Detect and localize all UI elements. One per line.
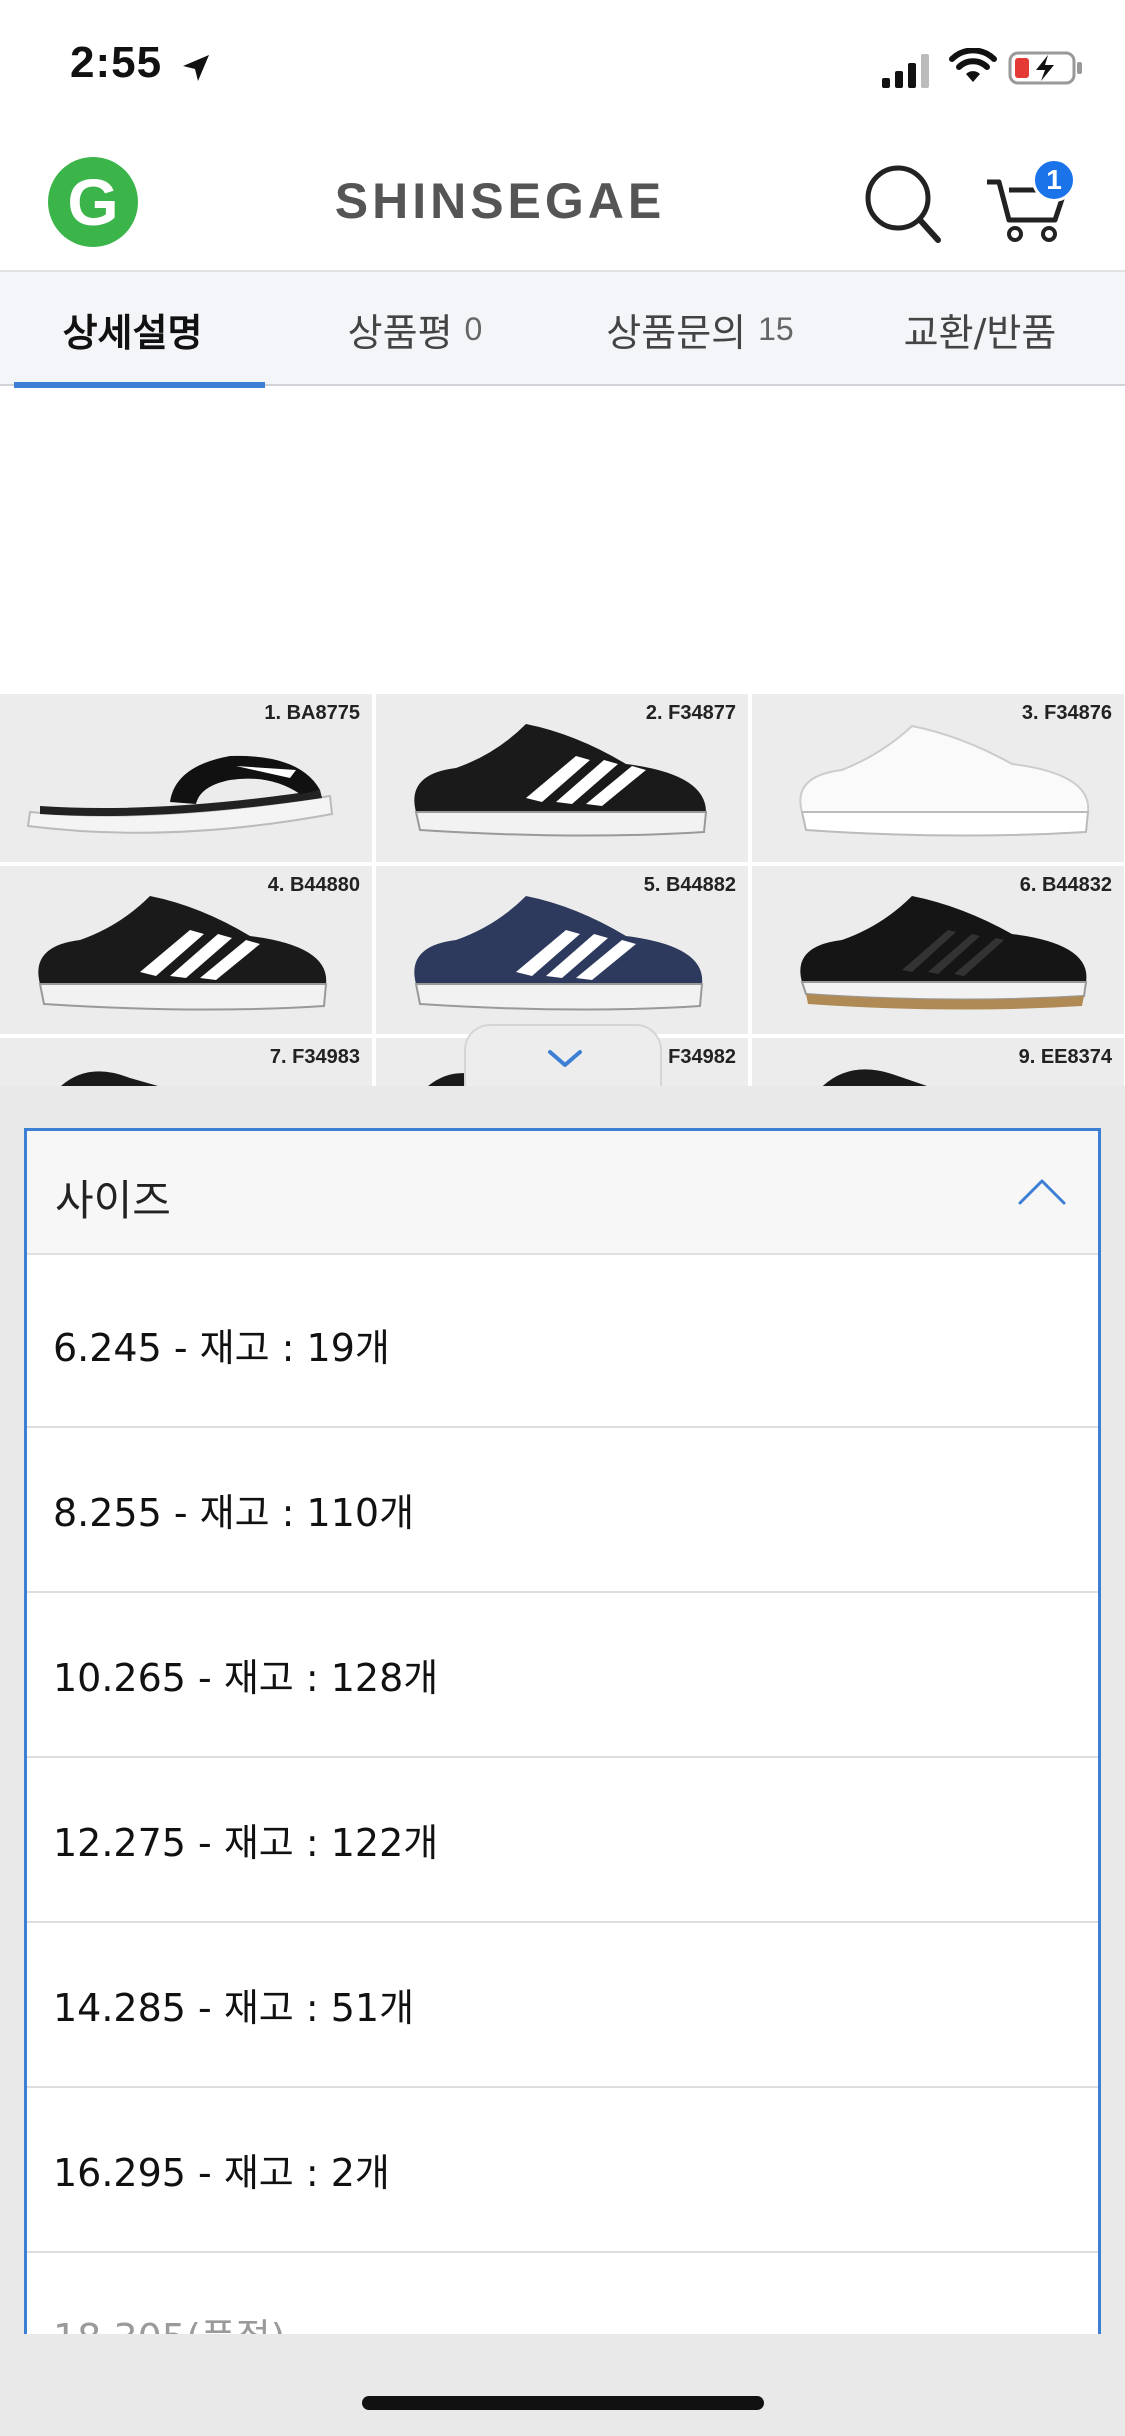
product-code: 3. F34876	[1021, 702, 1112, 724]
product-code: 6. B44832	[1019, 874, 1112, 896]
status-bar: 2:55	[0, 0, 1125, 132]
product-code: 5. B44882	[643, 874, 736, 896]
g-logo[interactable]: G	[48, 157, 138, 247]
product-cell[interactable]: 6. B44832	[752, 866, 1124, 1034]
product-cell[interactable]: 9. EE8374	[752, 1038, 1124, 1086]
home-area	[0, 2334, 1125, 2436]
size-option[interactable]: 12.275 - 재고 : 122개	[27, 1758, 1098, 1923]
tab-exchange-return[interactable]: 교환/반품	[835, 272, 1125, 386]
product-cell[interactable]: 5. B44882	[376, 866, 748, 1034]
cellular-signal-icon	[882, 54, 929, 88]
size-option[interactable]: 10.265 - 재고 : 128개	[27, 1593, 1098, 1758]
cart-count-badge: 1	[1032, 158, 1076, 202]
product-code: 7. F34983	[269, 1046, 360, 1068]
tab-inquiries[interactable]: 상품문의 15	[565, 272, 835, 386]
tab-reviews[interactable]: 상품평 0	[265, 272, 565, 386]
location-arrow-icon	[183, 55, 209, 81]
tab-label: 상품문의	[606, 310, 747, 355]
size-dropdown: 사이즈 6.245 - 재고 : 19개 8.255 - 재고 : 110개 1…	[24, 1128, 1101, 2338]
content-blank-area	[0, 388, 1125, 694]
tab-label: 교환/반품	[903, 310, 1057, 355]
chevron-down-icon	[548, 1050, 582, 1067]
product-code: 9. EE8374	[1018, 1046, 1112, 1068]
size-option-list: 6.245 - 재고 : 19개 8.255 - 재고 : 110개 10.26…	[27, 1263, 1098, 2338]
product-cell[interactable]: 7. F34983	[0, 1038, 372, 1086]
size-option[interactable]: 8.255 - 재고 : 110개	[27, 1428, 1098, 1593]
expand-details-button[interactable]	[464, 1024, 662, 1088]
home-indicator[interactable]	[362, 2396, 764, 2410]
chevron-up-icon[interactable]	[1016, 1171, 1068, 1211]
brand-logo[interactable]: SHINSEGAE	[300, 172, 700, 230]
product-cell[interactable]: 2. F34877	[376, 694, 748, 862]
size-dropdown-title: 사이즈	[55, 1176, 171, 1225]
tab-description[interactable]: 상세설명	[0, 272, 265, 388]
tab-label: 상세설명	[62, 310, 203, 355]
product-code: 1. BA8775	[264, 702, 360, 724]
product-cell[interactable]: 1. BA8775	[0, 694, 372, 862]
tab-label: 상품평	[347, 310, 453, 355]
search-icon[interactable]	[862, 158, 942, 248]
tab-count: 0	[464, 310, 483, 347]
product-cell[interactable]: 4. B44880	[0, 866, 372, 1034]
size-option[interactable]: 6.245 - 재고 : 19개	[27, 1263, 1098, 1428]
size-option-sold-out: 18.305(품절)	[27, 2253, 1098, 2338]
product-code: F34982	[668, 1046, 736, 1068]
app-header: G SHINSEGAE 1	[0, 132, 1125, 272]
battery-charging-icon	[1008, 51, 1082, 85]
size-option[interactable]: 16.295 - 재고 : 2개	[27, 2088, 1098, 2253]
tab-count: 15	[758, 310, 794, 347]
detail-tabs: 상세설명 상품평 0 상품문의 15 교환/반품	[0, 272, 1125, 388]
wifi-icon	[949, 48, 997, 82]
status-time: 2:55	[70, 38, 163, 87]
product-code: 2. F34877	[645, 702, 736, 724]
size-dropdown-header[interactable]: 사이즈	[27, 1131, 1098, 1255]
product-cell[interactable]: 3. F34876	[752, 694, 1124, 862]
product-detail-screen: 2:55 G SHINSEGAE 1 상세설명 상품평 0 상품문의 15 교환…	[0, 0, 1125, 2436]
size-option[interactable]: 14.285 - 재고 : 51개	[27, 1923, 1098, 2088]
product-code: 4. B44880	[267, 874, 360, 896]
